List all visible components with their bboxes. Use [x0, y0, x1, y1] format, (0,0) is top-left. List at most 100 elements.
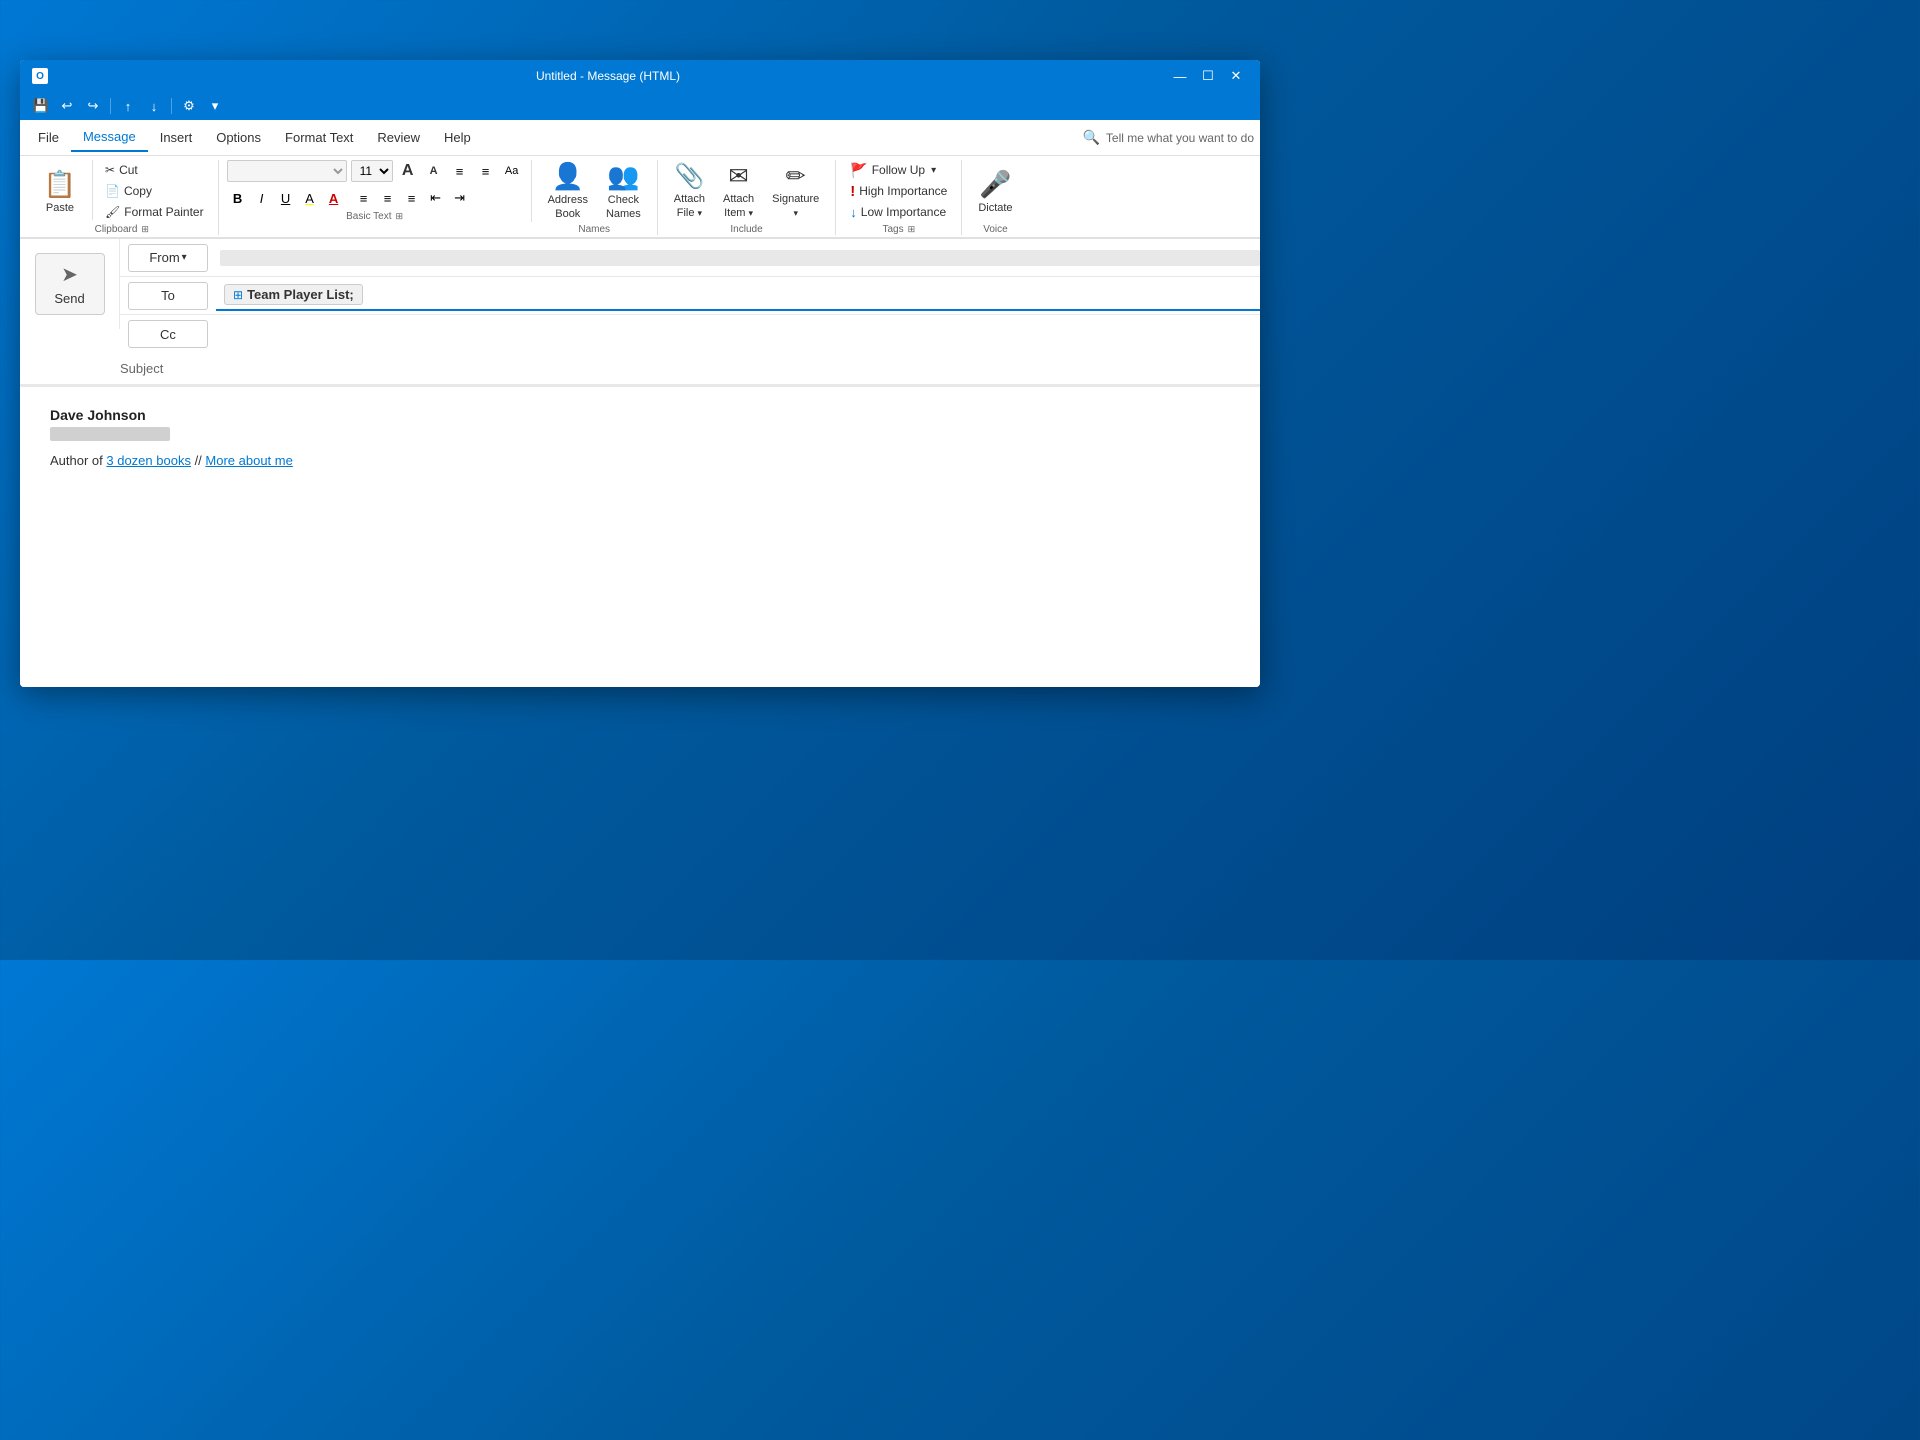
- basic-text-expand[interactable]: ⊞: [396, 211, 404, 222]
- qat-redo-button[interactable]: ↪: [82, 95, 104, 117]
- signature-name: Dave Johnson: [50, 407, 1230, 423]
- names-group: 👤 AddressBook 👥 CheckNames Names: [532, 160, 658, 235]
- highlight-button[interactable]: A: [299, 187, 321, 209]
- qat-separator-1: [110, 98, 111, 114]
- align-right-button[interactable]: ≡: [401, 187, 423, 209]
- menu-help[interactable]: Help: [432, 124, 483, 151]
- signature-icon: ✏: [786, 162, 806, 191]
- dictate-button[interactable]: 🎤 Dictate: [970, 160, 1020, 222]
- menu-format-text[interactable]: Format Text: [273, 124, 365, 151]
- qat-settings-button[interactable]: ⚙: [178, 95, 200, 117]
- attach-file-label: AttachFile ▾: [674, 193, 705, 219]
- menu-options[interactable]: Options: [204, 124, 273, 151]
- shrink-font-button[interactable]: A: [423, 160, 445, 182]
- send-button[interactable]: ➤ Send: [35, 253, 105, 315]
- low-importance-label: Low Importance: [861, 205, 946, 219]
- tags-expand[interactable]: ⊞: [908, 224, 916, 235]
- copy-button[interactable]: 📄 Copy: [99, 181, 210, 201]
- signature-links: Author of 3 dozen books // More about me: [50, 453, 1230, 468]
- to-button[interactable]: To: [128, 282, 208, 310]
- clear-format-button[interactable]: Aa: [501, 160, 523, 182]
- high-importance-button[interactable]: ! High Importance: [844, 181, 953, 201]
- format-painter-icon: 🖌: [105, 205, 120, 219]
- number-list-button[interactable]: ≡: [475, 160, 497, 182]
- menu-bar: File Message Insert Options Format Text …: [20, 120, 1260, 156]
- qat-undo-button[interactable]: ↩: [56, 95, 78, 117]
- include-group-content: 📎 AttachFile ▾ ✉ AttachItem ▾ ✏ Signatur…: [666, 160, 827, 222]
- menu-review[interactable]: Review: [365, 124, 432, 151]
- subject-input[interactable]: [196, 357, 1252, 380]
- high-importance-label: High Importance: [859, 184, 947, 198]
- to-field[interactable]: ⊞ Team Player List;: [216, 280, 1260, 311]
- search-placeholder[interactable]: Tell me what you want to do: [1106, 131, 1254, 145]
- voice-group: 🎤 Dictate Voice: [962, 160, 1028, 235]
- subject-label: Subject: [120, 361, 180, 376]
- minimize-button[interactable]: —: [1168, 64, 1192, 88]
- qat-down-button[interactable]: ↓: [143, 95, 165, 117]
- outlook-window: O Untitled - Message (HTML) — ☐ ✕ 💾 ↩ ↪ …: [20, 60, 1260, 687]
- cut-button[interactable]: ✂ Cut: [99, 160, 210, 180]
- names-group-content: 👤 AddressBook 👥 CheckNames: [540, 160, 649, 222]
- sig-link-books[interactable]: 3 dozen books: [106, 453, 191, 468]
- low-importance-button[interactable]: ↓ Low Importance: [844, 202, 953, 222]
- send-label: Send: [54, 291, 84, 306]
- signature-button[interactable]: ✏ Signature▾: [764, 160, 827, 222]
- send-btn-area: ➤ Send: [20, 239, 120, 329]
- align-center-button[interactable]: ≡: [377, 187, 399, 209]
- attach-file-button[interactable]: 📎 AttachFile ▾: [666, 160, 713, 222]
- dictate-icon: 🎤: [979, 169, 1011, 200]
- voice-group-content: 🎤 Dictate: [970, 160, 1020, 222]
- sig-text: Author of: [50, 453, 106, 468]
- cc-input[interactable]: [216, 323, 1260, 346]
- align-left-button[interactable]: ≡: [353, 187, 375, 209]
- from-row: From ▾: [120, 239, 1260, 277]
- window-controls: — ☐ ✕: [1168, 64, 1248, 88]
- check-names-button[interactable]: 👥 CheckNames: [598, 160, 649, 222]
- email-header-main: ➤ Send From ▾ To: [20, 239, 1260, 353]
- font-name-select[interactable]: [227, 160, 347, 182]
- copy-icon: 📄: [105, 184, 120, 198]
- underline-button[interactable]: U: [275, 187, 297, 209]
- ribbon-content: 📋 Paste ✂ Cut 📄 Copy: [26, 160, 1254, 235]
- paste-area: 📋 Paste: [34, 160, 86, 222]
- signature-label: Signature▾: [772, 193, 819, 219]
- clipboard-group: 📋 Paste ✂ Cut 📄 Copy: [26, 160, 219, 235]
- menu-message[interactable]: Message: [71, 123, 148, 152]
- email-body[interactable]: Dave Johnson Author of 3 dozen books // …: [20, 387, 1260, 687]
- qat-up-button[interactable]: ↑: [117, 95, 139, 117]
- italic-button[interactable]: I: [251, 187, 273, 209]
- menu-search-area: 🔍 Tell me what you want to do: [1082, 129, 1254, 146]
- menu-file[interactable]: File: [26, 124, 71, 151]
- maximize-button[interactable]: ☐: [1196, 64, 1220, 88]
- from-button[interactable]: From ▾: [128, 244, 208, 272]
- font-color-button[interactable]: A: [323, 187, 345, 209]
- indent-decrease-button[interactable]: ⇤: [425, 187, 447, 209]
- grow-font-button[interactable]: A: [397, 160, 419, 182]
- format-painter-button[interactable]: 🖌 Format Painter: [99, 202, 210, 222]
- check-names-label: CheckNames: [606, 194, 641, 220]
- address-book-label: AddressBook: [548, 194, 588, 220]
- cc-button[interactable]: Cc: [128, 320, 208, 348]
- menu-insert[interactable]: Insert: [148, 124, 205, 151]
- quick-access-toolbar: 💾 ↩ ↪ ↑ ↓ ⚙ ▾: [20, 92, 1260, 120]
- bullet-list-button[interactable]: ≡: [449, 160, 471, 182]
- qat-save-button[interactable]: 💾: [30, 95, 52, 117]
- bold-button[interactable]: B: [227, 187, 249, 209]
- qat-separator-2: [171, 98, 172, 114]
- address-book-button[interactable]: 👤 AddressBook: [540, 160, 596, 222]
- follow-up-button[interactable]: 🚩 Follow Up ▾: [844, 160, 953, 180]
- close-button[interactable]: ✕: [1224, 64, 1248, 88]
- format-row: B I U A A ≡ ≡ ≡ ⇤ ⇥: [227, 187, 471, 209]
- app-icon: O: [32, 68, 48, 84]
- clipboard-expand[interactable]: ⊞: [141, 224, 149, 235]
- font-size-select[interactable]: 11: [351, 160, 393, 182]
- include-group: 📎 AttachFile ▾ ✉ AttachItem ▾ ✏ Signatur…: [658, 160, 836, 235]
- qat-dropdown-button[interactable]: ▾: [204, 95, 226, 117]
- attach-item-button[interactable]: ✉ AttachItem ▾: [715, 160, 762, 222]
- sig-link-about[interactable]: More about me: [205, 453, 292, 468]
- high-importance-icon: !: [850, 183, 855, 200]
- subject-row: Subject: [20, 353, 1260, 385]
- paste-button[interactable]: 📋 Paste: [34, 160, 86, 222]
- format-painter-label: Format Painter: [124, 205, 203, 219]
- indent-increase-button[interactable]: ⇥: [449, 187, 471, 209]
